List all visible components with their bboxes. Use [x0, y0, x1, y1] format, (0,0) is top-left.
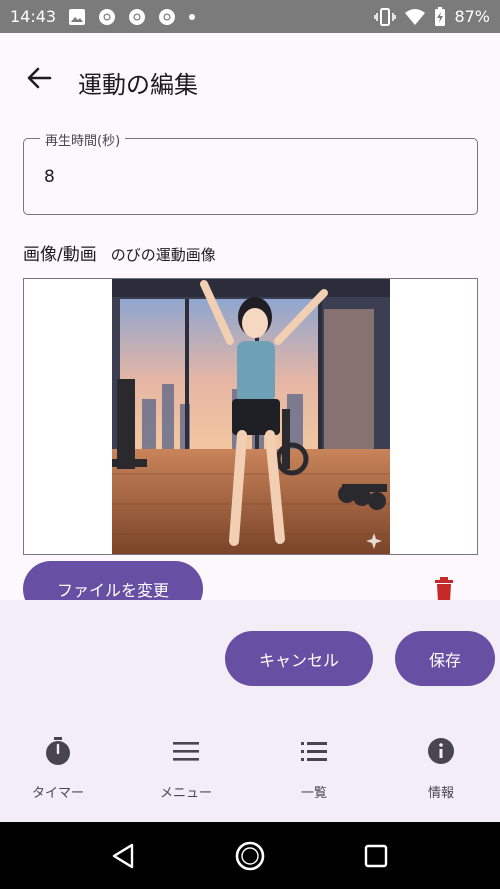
page-title: 運動の編集 [78, 71, 198, 99]
chrome-icon [128, 8, 146, 26]
duration-field[interactable]: 再生時間(秒) 8 [23, 130, 478, 215]
system-recents-button[interactable] [360, 840, 392, 872]
nav-item-menu[interactable]: メニュー [131, 735, 241, 805]
duration-value[interactable]: 8 [44, 167, 55, 187]
status-time: 14:43 [10, 7, 57, 26]
nav-item-info[interactable]: 情報 [386, 735, 496, 805]
battery-percent: 87% [454, 7, 490, 26]
media-file-name: のびの運動画像 [110, 246, 216, 264]
square-recents-icon [360, 844, 392, 876]
nav-item-list[interactable]: 一覧 [259, 735, 369, 805]
save-button[interactable]: 保存 [395, 631, 495, 686]
duration-label: 再生時間(秒) [40, 130, 126, 149]
system-nav-bar [0, 822, 500, 889]
stopwatch-icon [44, 735, 72, 767]
dot-icon [188, 13, 196, 21]
list-icon [301, 735, 327, 767]
image-icon [68, 8, 86, 26]
battery-icon [434, 6, 446, 27]
chrome-icon [158, 8, 176, 26]
vibrate-icon [374, 7, 397, 26]
media-row: 画像/動画 のびの運動画像 [23, 240, 216, 265]
exercise-image [112, 279, 390, 554]
circle-home-icon [234, 841, 266, 876]
nav-label-menu: メニュー [159, 786, 212, 801]
app-bar: 運動の編集 [0, 33, 500, 125]
status-bar: 14:43 87% [0, 0, 500, 33]
media-label: 画像/動画 [23, 245, 97, 265]
media-preview [23, 278, 478, 555]
nav-label-timer: タイマー [31, 786, 84, 801]
arrow-back-icon [26, 65, 52, 95]
delete-media-button[interactable] [430, 575, 458, 603]
wifi-icon [404, 8, 426, 26]
nav-item-timer[interactable]: タイマー [3, 735, 113, 805]
chrome-icon [98, 8, 116, 26]
menu-icon [173, 735, 199, 767]
nav-label-info: 情報 [427, 786, 454, 801]
system-home-button[interactable] [234, 840, 266, 872]
back-button[interactable] [22, 63, 56, 97]
system-back-button[interactable] [108, 840, 140, 872]
triangle-back-icon [108, 843, 140, 876]
cancel-button[interactable]: キャンセル [225, 631, 373, 686]
nav-label-list: 一覧 [300, 786, 327, 801]
info-icon [427, 735, 455, 767]
